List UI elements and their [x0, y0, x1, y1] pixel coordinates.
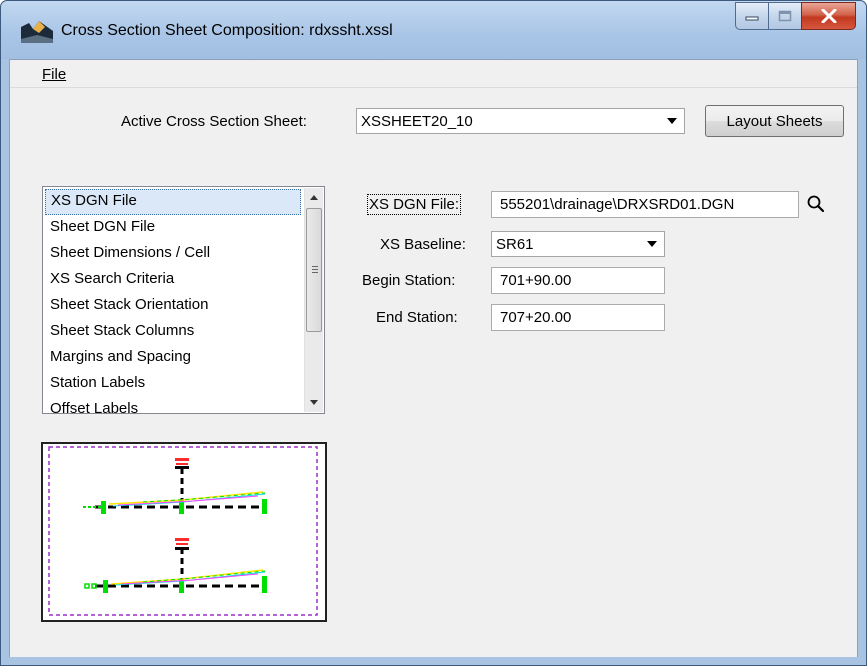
- list-item-offset-labels[interactable]: Offset Labels: [45, 397, 301, 423]
- scroll-thumb[interactable]: [306, 208, 322, 332]
- cross-section-lower: [84, 538, 267, 593]
- chevron-down-icon: [640, 232, 664, 256]
- xs-dgn-file-label: XS DGN File:: [366, 194, 462, 215]
- arrow-up-icon: [310, 194, 318, 200]
- end-station-field[interactable]: 707+20.00: [491, 304, 665, 331]
- search-icon: [807, 195, 825, 213]
- menu-file[interactable]: File: [42, 66, 66, 83]
- scroll-down-button[interactable]: [305, 393, 323, 411]
- settings-list-items: XS DGN File Sheet DGN File Sheet Dimensi…: [45, 189, 301, 423]
- sheet-preview-drawing: [48, 446, 318, 616]
- list-item-sheet-dgn-file[interactable]: Sheet DGN File: [45, 215, 301, 241]
- app-icon: [21, 21, 53, 43]
- list-item-xs-dgn-file[interactable]: XS DGN File: [45, 189, 301, 215]
- xs-baseline-label: XS Baseline:: [380, 236, 466, 253]
- active-sheet-label: Active Cross Section Sheet:: [121, 113, 307, 130]
- arrow-down-icon: [310, 399, 318, 405]
- list-item-sheet-dimensions[interactable]: Sheet Dimensions / Cell: [45, 241, 301, 267]
- end-station-label: End Station:: [376, 309, 458, 326]
- active-sheet-value: XSSHEET20_10: [361, 112, 473, 130]
- list-item-sheet-stack-orientation[interactable]: Sheet Stack Orientation: [45, 293, 301, 319]
- cross-section-upper: [83, 458, 267, 514]
- main-content: Active Cross Section Sheet: XSSHEET20_10…: [10, 89, 857, 657]
- xs-dgn-file-field[interactable]: 555201\drainage\DRXSRD01.DGN: [491, 191, 799, 218]
- app-window: Cross Section Sheet Composition: rdxssht…: [0, 0, 867, 666]
- settings-list[interactable]: XS DGN File Sheet DGN File Sheet Dimensi…: [42, 186, 325, 417]
- list-scrollbar[interactable]: [304, 188, 323, 412]
- title-bar[interactable]: Cross Section Sheet Composition: rdxssht…: [1, 1, 866, 59]
- list-item-sheet-stack-columns[interactable]: Sheet Stack Columns: [45, 319, 301, 345]
- grip-line: [312, 269, 318, 270]
- close-icon: [821, 9, 836, 23]
- begin-station-label: Begin Station:: [362, 272, 456, 289]
- menu-bar: File: [10, 60, 857, 88]
- xs-baseline-value: SR61: [496, 235, 534, 253]
- active-sheet-dropdown[interactable]: XSSHEET20_10: [356, 108, 685, 134]
- sheet-preview: [41, 442, 327, 622]
- client-area: File Active Cross Section Sheet: XSSHEET…: [9, 59, 858, 657]
- xs-baseline-dropdown[interactable]: SR61: [491, 231, 665, 257]
- chevron-down-icon: [660, 109, 684, 133]
- grip-line: [312, 272, 318, 273]
- grip-line: [312, 266, 318, 267]
- browse-button[interactable]: [805, 193, 827, 215]
- list-item-xs-search-criteria[interactable]: XS Search Criteria: [45, 267, 301, 293]
- scroll-up-button[interactable]: [305, 188, 323, 206]
- layout-sheets-button[interactable]: Layout Sheets: [705, 105, 844, 137]
- minimize-button[interactable]: [735, 2, 768, 30]
- menu-file-label: File: [42, 66, 67, 83]
- window-title: Cross Section Sheet Composition: rdxssht…: [61, 22, 393, 39]
- close-button[interactable]: [801, 2, 856, 30]
- list-item-station-labels[interactable]: Station Labels: [45, 371, 301, 397]
- maximize-icon: [778, 10, 792, 22]
- list-item-margins-spacing[interactable]: Margins and Spacing: [45, 345, 301, 371]
- maximize-button[interactable]: [768, 2, 801, 30]
- caption-buttons: [735, 2, 856, 30]
- begin-station-field[interactable]: 701+90.00: [491, 267, 665, 294]
- minimize-icon: [745, 16, 759, 21]
